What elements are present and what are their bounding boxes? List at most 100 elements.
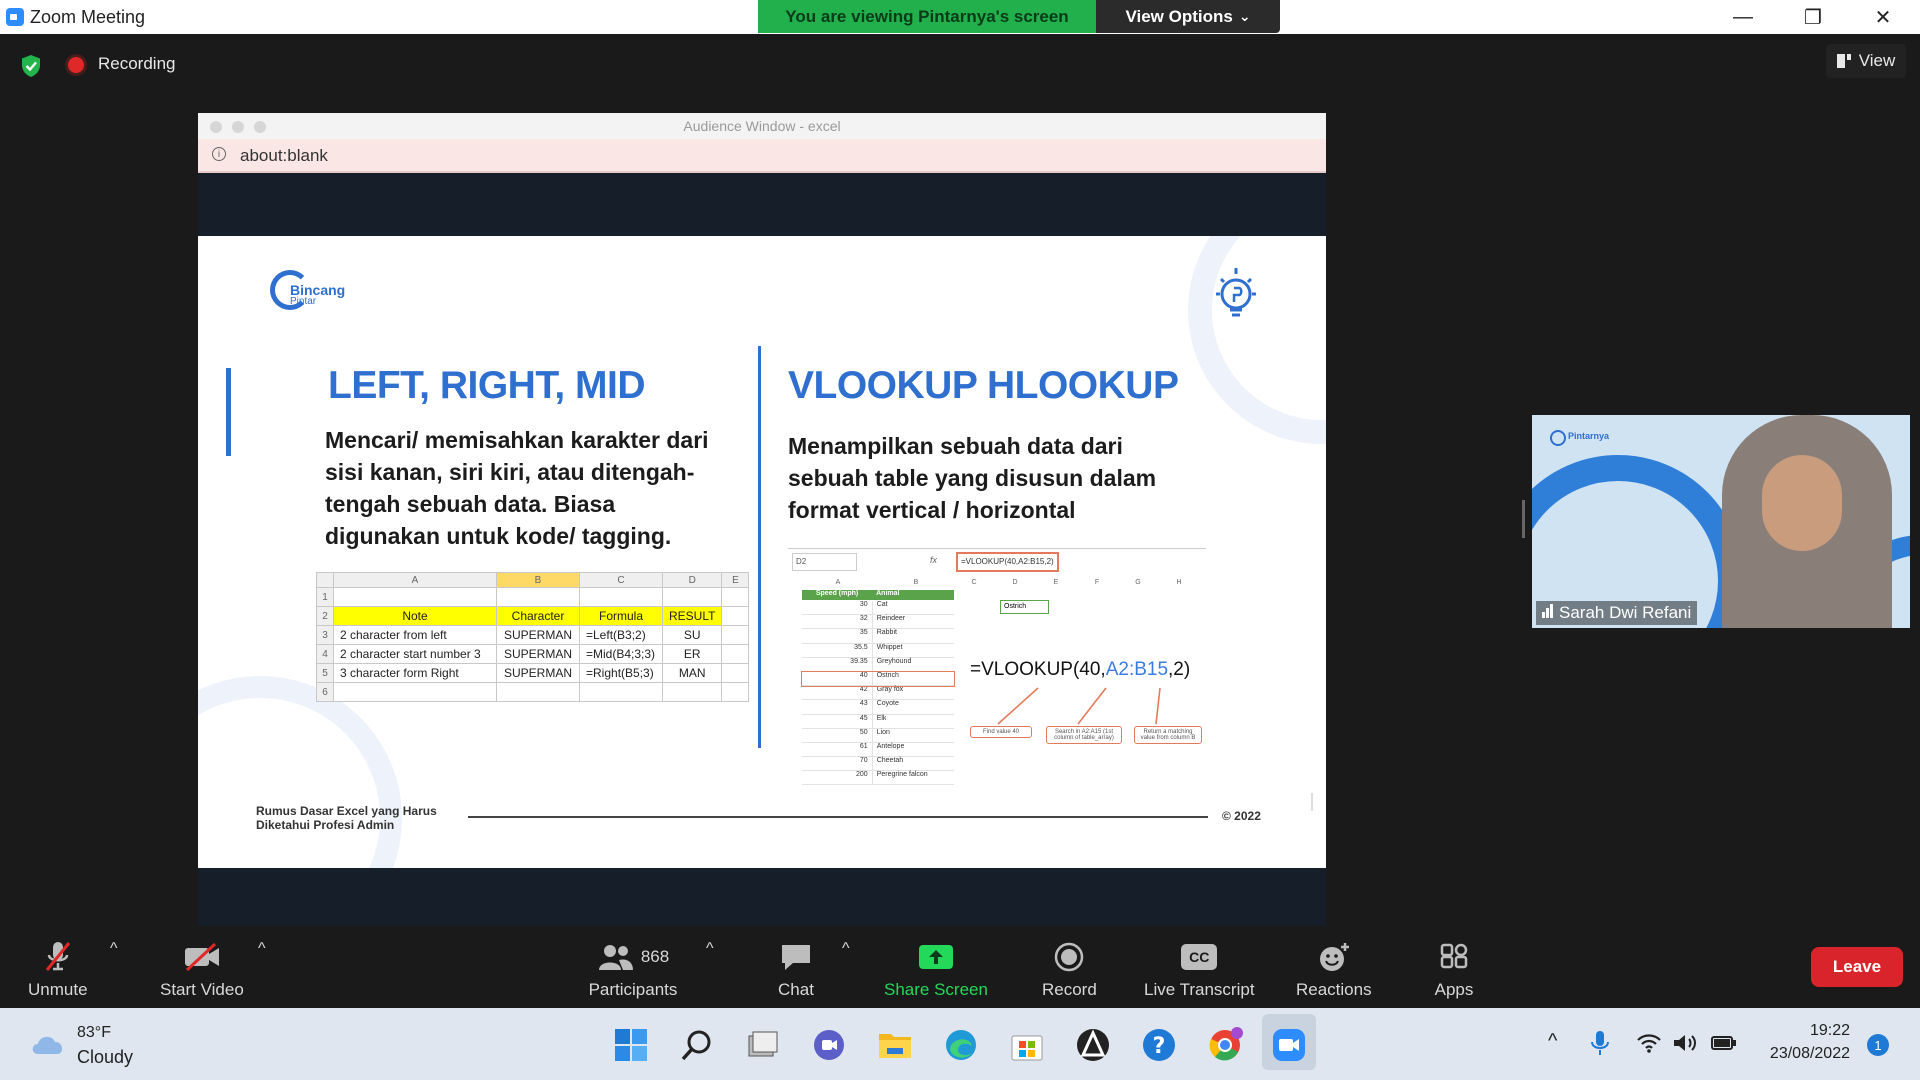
unmute-label: Unmute bbox=[28, 980, 88, 999]
zoom-taskbar-icon[interactable] bbox=[1270, 1026, 1308, 1064]
share-screen-button[interactable]: Share Screen bbox=[884, 940, 988, 1000]
battery-icon[interactable] bbox=[1710, 1032, 1738, 1059]
minimize-button[interactable]: — bbox=[1708, 0, 1778, 34]
tray-chevron-icon[interactable]: ^ bbox=[1548, 1030, 1557, 1053]
shared-screen[interactable]: Audience Window - excel i about:blank Bi… bbox=[198, 113, 1326, 927]
windows-start-icon[interactable] bbox=[612, 1026, 650, 1064]
reactions-button[interactable]: Reactions bbox=[1296, 940, 1372, 1000]
video-options-caret[interactable]: ^ bbox=[258, 940, 266, 958]
unmute-options-caret[interactable]: ^ bbox=[110, 940, 118, 958]
vlookup-col-letters: A B C D E F G H bbox=[798, 579, 1200, 586]
live-transcript-button[interactable]: CC Live Transcript bbox=[1144, 940, 1255, 1000]
callout-box: Find value 40 bbox=[970, 726, 1032, 738]
fx-label: fx bbox=[930, 555, 938, 565]
app-launcher-icon[interactable] bbox=[1074, 1026, 1112, 1064]
big-vlookup-formula: =VLOOKUP(40,A2:B15,2) bbox=[970, 659, 1190, 681]
unmute-button[interactable]: Unmute bbox=[28, 940, 88, 1000]
pintarnya-logo-icon bbox=[1550, 430, 1566, 446]
right-body-line: Menampilkan sebuah data dari bbox=[788, 433, 1123, 459]
left-body-line: tengah sebuah data. Biasa bbox=[325, 491, 616, 517]
share-screen-label: Share Screen bbox=[884, 980, 988, 999]
table-cell: 2 character start number 3 bbox=[333, 644, 497, 664]
participants-button[interactable]: 868 Participants bbox=[583, 940, 683, 1000]
col-letter: C bbox=[579, 572, 663, 588]
col-letter: E bbox=[1053, 579, 1059, 586]
microphone-icon[interactable] bbox=[1590, 1030, 1610, 1061]
participant-name: Sarah Dwi Refani bbox=[1559, 603, 1692, 622]
table-cell: Reindeer bbox=[871, 615, 954, 629]
help-icon[interactable]: ? bbox=[1140, 1026, 1178, 1064]
table-row: 70 Cheetah bbox=[802, 757, 954, 772]
wifi-icon[interactable] bbox=[1636, 1032, 1662, 1059]
start-video-label: Start Video bbox=[160, 980, 244, 999]
right-body-line: sebuah table yang disusun dalam bbox=[788, 465, 1157, 491]
file-explorer-icon[interactable] bbox=[876, 1026, 914, 1064]
formula-bar: =VLOOKUP(40,A2:B15,2) bbox=[956, 552, 1059, 572]
recording-label: Recording bbox=[98, 54, 176, 73]
view-options-label: View Options bbox=[1125, 6, 1233, 26]
leave-button[interactable]: Leave bbox=[1811, 947, 1903, 987]
section-divider bbox=[758, 346, 761, 748]
table-cell: 43 bbox=[859, 700, 868, 708]
notification-badge[interactable]: 1 bbox=[1867, 1034, 1889, 1056]
apps-label: Apps bbox=[1434, 980, 1474, 999]
table-cell: Coyote bbox=[871, 700, 954, 714]
record-label: Record bbox=[1042, 980, 1097, 999]
table-cell: =Mid(B4;3;3) bbox=[579, 644, 663, 664]
share-screen-icon bbox=[916, 940, 956, 974]
col-letter: H bbox=[1176, 579, 1182, 586]
clock-time[interactable]: 19:22 bbox=[1808, 1022, 1850, 1040]
participants-label: Participants bbox=[588, 980, 678, 999]
close-button[interactable]: ✕ bbox=[1848, 0, 1918, 34]
chat-icon bbox=[776, 940, 816, 974]
table-cell: 45 bbox=[859, 714, 868, 722]
footer-line: Rumus Dasar Excel yang Harus bbox=[256, 804, 437, 818]
volume-icon[interactable] bbox=[1672, 1032, 1698, 1059]
chevron-down-icon: ⌄ bbox=[1238, 8, 1251, 24]
participants-options-caret[interactable]: ^ bbox=[706, 940, 714, 958]
edge-browser-icon[interactable] bbox=[942, 1026, 980, 1064]
view-button[interactable]: View bbox=[1826, 44, 1906, 78]
chat-options-caret[interactable]: ^ bbox=[842, 940, 850, 958]
table-row: 5 3 character form Right SUPERMAN =Right… bbox=[316, 663, 750, 683]
apps-button[interactable]: Apps bbox=[1434, 940, 1474, 1000]
table-cell: =Right(B5;3) bbox=[579, 663, 663, 683]
participant-video[interactable]: Pintarnya Sarah Dwi Refani bbox=[1532, 415, 1910, 628]
table-cell: 32 bbox=[859, 615, 868, 623]
participants-icon-group: 868 bbox=[583, 940, 683, 974]
table-cell: =Left(B3;2) bbox=[579, 625, 663, 645]
window-title: Zoom Meeting bbox=[30, 7, 146, 27]
table-cell: 30 bbox=[859, 601, 868, 608]
table-cell: 50 bbox=[859, 728, 868, 736]
left-body-line: sisi kanan, siri kiri, atau ditengah- bbox=[325, 459, 695, 485]
decor-circle bbox=[198, 676, 402, 868]
table-cell: Lion bbox=[871, 728, 954, 742]
start-video-button[interactable]: Start Video bbox=[160, 940, 244, 1000]
left-heading: LEFT, RIGHT, MID bbox=[328, 364, 646, 407]
clock-date[interactable]: 23/08/2022 bbox=[1756, 1045, 1850, 1063]
table-cell: 35 bbox=[859, 629, 868, 637]
table-cell: Whippet bbox=[871, 643, 954, 657]
table-cell: Ostrich bbox=[871, 671, 954, 686]
table-cell: 40 bbox=[859, 671, 868, 679]
weather-icon[interactable] bbox=[28, 1030, 68, 1063]
chrome-icon[interactable] bbox=[1206, 1026, 1244, 1064]
panel-resize-handle[interactable] bbox=[1522, 500, 1525, 538]
table-cell: Cat bbox=[871, 601, 954, 615]
record-button[interactable]: Record bbox=[1042, 940, 1097, 1000]
col-letter: A bbox=[835, 579, 841, 586]
chat-button[interactable]: Chat bbox=[776, 940, 816, 1000]
view-options-button[interactable]: View Options ⌄ bbox=[1096, 0, 1280, 33]
col-letter: G bbox=[1135, 579, 1141, 586]
cc-badge: CC bbox=[1181, 944, 1218, 970]
search-icon[interactable] bbox=[678, 1026, 716, 1064]
maximize-button[interactable]: ❐ bbox=[1778, 0, 1848, 34]
table-header: RESULT bbox=[661, 606, 723, 626]
table-cell: 70 bbox=[859, 757, 868, 765]
svg-text:?: ? bbox=[1153, 1034, 1166, 1059]
microsoft-store-icon[interactable] bbox=[1008, 1026, 1046, 1064]
footer-rule bbox=[468, 816, 1208, 818]
shield-icon[interactable] bbox=[20, 54, 42, 78]
task-view-icon[interactable] bbox=[744, 1026, 782, 1064]
teams-chat-icon[interactable] bbox=[810, 1026, 848, 1064]
